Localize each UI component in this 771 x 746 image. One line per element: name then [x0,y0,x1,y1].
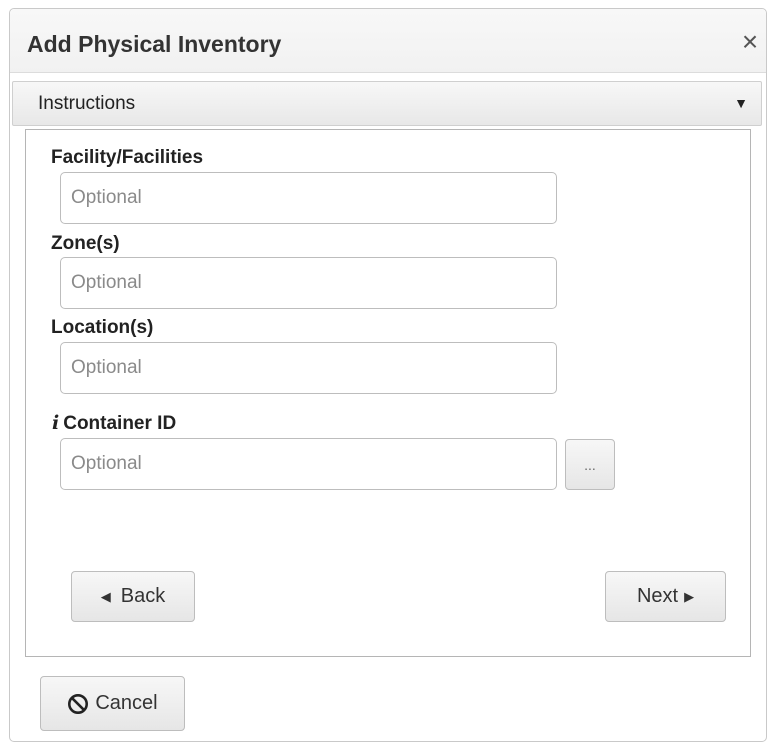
dialog-titlebar: Add Physical Inventory × [10,9,766,73]
next-label: Next [636,585,679,607]
container-id-input[interactable] [60,438,557,490]
instructions-accordion[interactable]: Instructions ▼ [12,81,762,126]
close-icon[interactable]: × [737,26,763,58]
container-id-label: Container ID [63,413,177,434]
dialog-title: Add Physical Inventory [27,31,282,57]
zone-label: Zone(s) [51,233,120,254]
caret-down-icon: ▼ [734,95,748,111]
instructions-label: Instructions [38,93,136,114]
back-label: Back [120,585,166,607]
add-physical-inventory-dialog: Add Physical Inventory × Instructions ▼ … [9,8,767,742]
form-panel: Facility/Facilities Zone(s) Location(s) … [25,129,751,657]
container-id-label-row: i Container ID [52,412,176,435]
back-arrow-icon: ◀ [100,588,111,604]
cancel-button[interactable]: Cancel [40,676,185,731]
facility-input[interactable] [60,172,557,224]
location-input[interactable] [60,342,557,394]
zone-input[interactable] [60,257,557,309]
location-label: Location(s) [51,317,154,338]
next-arrow-icon: ▶ [684,588,695,604]
container-browse-button[interactable]: ... [565,439,615,490]
cancel-icon [68,693,89,714]
back-button[interactable]: ◀ Back [71,571,195,622]
facility-label: Facility/Facilities [51,147,204,168]
next-button[interactable]: Next ▶ [605,571,726,622]
info-icon[interactable]: i [52,412,59,434]
cancel-label: Cancel [95,692,158,714]
